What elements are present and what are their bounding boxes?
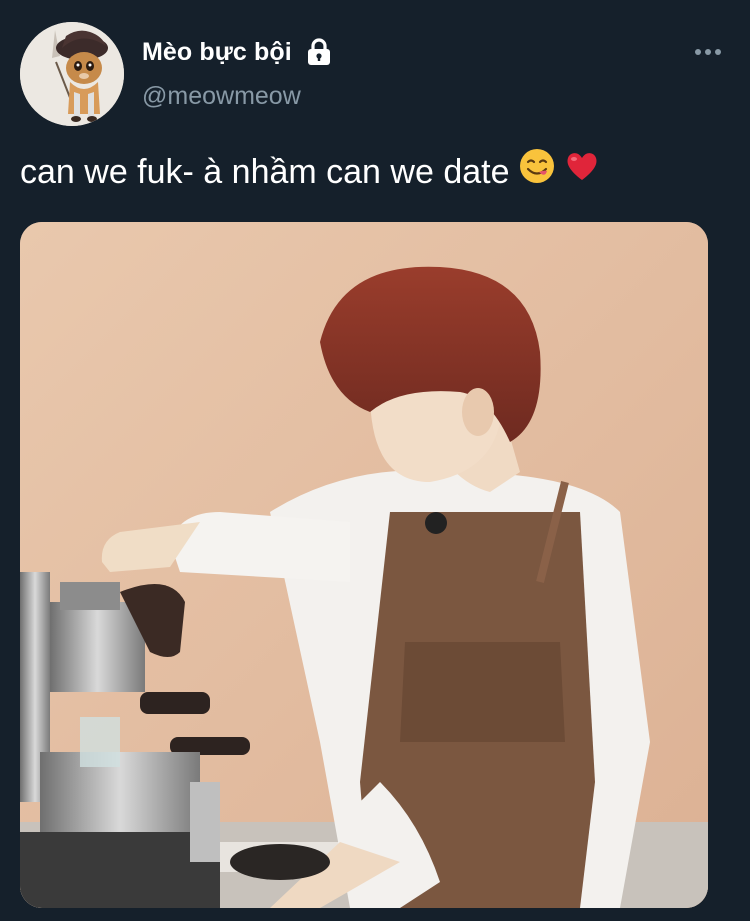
yum-face-emoji-icon — [519, 148, 555, 195]
user-names: Mèo bực bội @meowmeow — [142, 36, 334, 111]
display-name-row: Mèo bực bội — [142, 36, 334, 68]
tweet-photo[interactable] — [20, 222, 708, 908]
cat-avatar-icon — [20, 22, 124, 126]
display-name[interactable]: Mèo bực bội — [142, 38, 292, 67]
tweet-text-content: can we fuk- à nhầm can we date — [20, 153, 510, 191]
tweet-header: Mèo bực bội @meowmeow — [20, 22, 730, 126]
tweet-card: Mèo bực bội @meowmeow can we fuk- à nhầm… — [0, 0, 750, 921]
red-heart-emoji-icon — [564, 148, 600, 195]
tweet-text: can we fuk- à nhầm can we date — [20, 148, 600, 195]
avatar[interactable] — [20, 22, 124, 126]
more-icon[interactable] — [694, 42, 722, 62]
lock-icon — [304, 37, 334, 67]
user-handle[interactable]: @meowmeow — [142, 82, 334, 111]
